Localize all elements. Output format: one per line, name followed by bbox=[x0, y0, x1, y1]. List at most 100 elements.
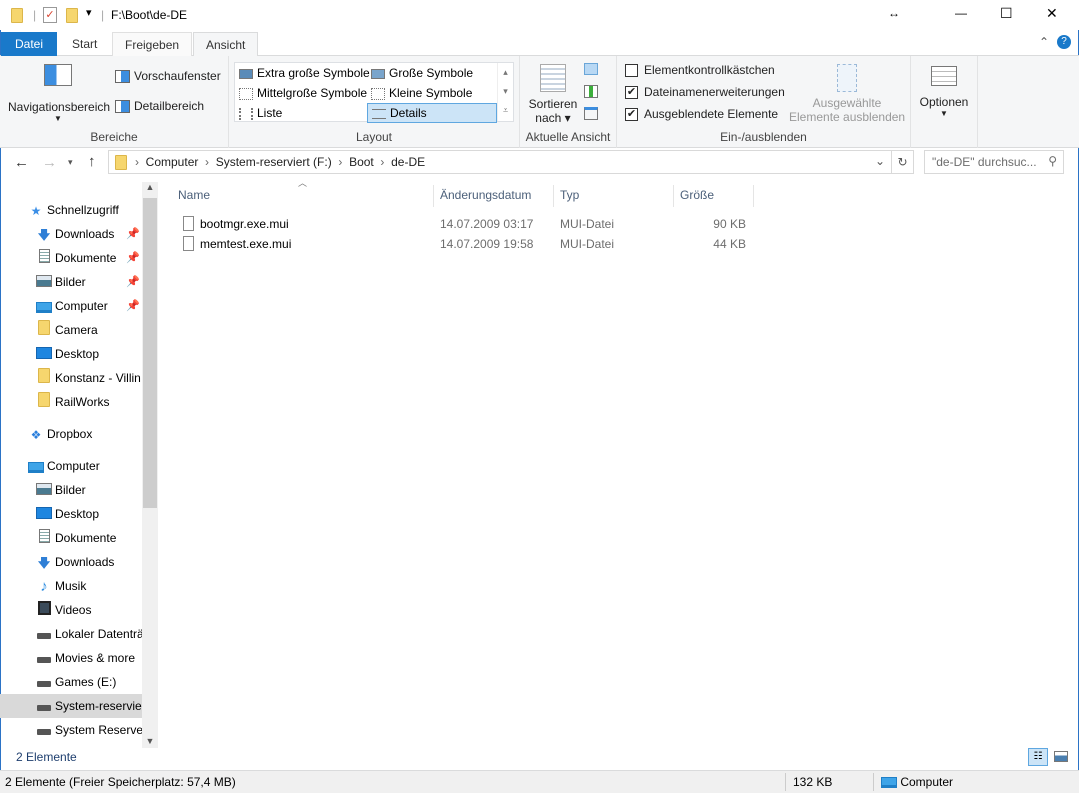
large-icons-view-button[interactable] bbox=[1054, 751, 1068, 762]
detailbereich-button[interactable]: Detailbereich bbox=[115, 99, 205, 114]
forward-button[interactable]: → bbox=[42, 154, 57, 171]
customize-qat-icon[interactable]: ▾ bbox=[86, 6, 92, 19]
column-label: Name bbox=[178, 188, 211, 202]
detailbereich-label: Detailbereich bbox=[134, 99, 205, 113]
details-view-button[interactable]: ☷ bbox=[1028, 748, 1048, 766]
nav-item[interactable]: Videos bbox=[0, 598, 142, 622]
nav-item-label: Videos bbox=[55, 603, 92, 617]
checkbox-item-checkboxes[interactable]: Elementkontrollkästchen bbox=[625, 63, 775, 78]
nav-item[interactable]: Camera bbox=[0, 318, 142, 342]
crumb-de-de[interactable]: de-DE bbox=[391, 155, 425, 169]
computer-icon bbox=[34, 295, 54, 318]
music-icon: ♪ bbox=[40, 577, 48, 595]
hide-selected-icon bbox=[837, 64, 857, 92]
layout-extra-large[interactable]: Extra große Symbole bbox=[235, 63, 370, 83]
nav-item[interactable]: Konstanz - Villin bbox=[0, 366, 142, 390]
layout-list[interactable]: Liste bbox=[235, 103, 282, 123]
checkbox-checked[interactable]: ✔ bbox=[625, 86, 638, 100]
optionen-button[interactable]: Optionen ▼ bbox=[915, 66, 973, 118]
crumb-computer[interactable]: Computer bbox=[146, 155, 199, 169]
add-columns-icon[interactable] bbox=[584, 85, 598, 98]
checkbox-checked[interactable]: ✔ bbox=[625, 108, 638, 122]
gallery-scroll[interactable]: ▴ ▾ ⩡ bbox=[497, 63, 513, 121]
tab-ansicht[interactable]: Ansicht bbox=[193, 32, 259, 57]
nav-item[interactable]: ❖ Dropbox bbox=[0, 422, 142, 446]
status-size: 132 KB bbox=[793, 775, 833, 789]
crumb-boot[interactable]: Boot bbox=[349, 155, 374, 169]
nav-item[interactable]: ♪ Musik bbox=[0, 574, 142, 598]
column-header-type[interactable]: Typ bbox=[554, 185, 674, 207]
tab-start[interactable]: Start bbox=[60, 32, 109, 56]
properties-icon[interactable]: ✓ bbox=[43, 7, 57, 23]
nav-item[interactable]: Movies & more bbox=[0, 646, 142, 670]
navigationsbereich-label: Navigationsbereich bbox=[8, 100, 111, 114]
resize-icon: ↔ bbox=[888, 6, 900, 20]
file-row[interactable]: memtest.exe.mui 14.07.2009 19:58 MUI-Datei… bbox=[176, 234, 756, 254]
checkbox-extensions[interactable]: ✔ Dateinamenerweiterungen bbox=[625, 85, 785, 100]
nav-item[interactable]: Games (E:) bbox=[0, 670, 142, 694]
file-row[interactable]: bootmgr.exe.mui 14.07.2009 03:17 MUI-Datei… bbox=[176, 214, 756, 234]
nav-item[interactable]: Bilder 📌 bbox=[0, 270, 142, 294]
new-folder-icon[interactable] bbox=[66, 8, 78, 23]
nav-item-label: Konstanz - Villin bbox=[55, 371, 141, 385]
pin-icon[interactable]: 📌 bbox=[126, 270, 140, 294]
tab-datei[interactable]: Datei bbox=[1, 32, 57, 56]
group-by-icon[interactable] bbox=[584, 63, 598, 75]
column-header-size[interactable]: Größe bbox=[674, 185, 754, 207]
nav-item[interactable]: Lokaler Datenträ bbox=[0, 622, 142, 646]
checkbox[interactable] bbox=[625, 64, 638, 78]
sortieren-button[interactable]: Sortieren nach ▾ bbox=[528, 64, 578, 125]
nav-item[interactable]: Desktop bbox=[0, 502, 142, 526]
nav-item[interactable]: 🡇 Downloads bbox=[0, 550, 142, 574]
layout-details[interactable]: Details bbox=[367, 103, 497, 123]
layout-large[interactable]: Große Symbole bbox=[367, 63, 473, 83]
tab-freigeben[interactable]: Freigeben bbox=[112, 32, 193, 56]
drive-icon bbox=[34, 719, 54, 742]
nav-item[interactable]: RailWorks bbox=[0, 390, 142, 414]
nav-item-label: Dokumente bbox=[55, 531, 117, 545]
pin-icon[interactable]: 📌 bbox=[126, 222, 140, 246]
nav-item[interactable]: System-reservier bbox=[0, 694, 142, 718]
group-label: Bereiche bbox=[90, 130, 138, 144]
column-header-name[interactable]: Name ︿ bbox=[172, 178, 434, 207]
nav-item[interactable]: Dokumente bbox=[0, 526, 142, 550]
download-icon: 🡇 bbox=[37, 227, 51, 242]
dropbox-icon: ❖ bbox=[30, 427, 42, 442]
document-icon bbox=[34, 247, 54, 270]
hide-selected-button[interactable]: Ausgewählte Elemente ausblenden bbox=[789, 64, 905, 124]
vorschaufenster-button[interactable]: Vorschaufenster bbox=[115, 69, 221, 84]
address-dropdown-icon[interactable]: ⌄ bbox=[875, 154, 885, 168]
nav-item[interactable]: Bilder bbox=[0, 478, 142, 502]
help-icon[interactable]: ? bbox=[1057, 35, 1071, 49]
collapse-ribbon-icon[interactable]: ⌃ bbox=[1039, 35, 1049, 49]
nav-item[interactable]: 🡇 Downloads 📌 bbox=[0, 222, 142, 246]
file-name: memtest.exe.mui bbox=[200, 237, 292, 251]
close-button[interactable]: ✕ bbox=[1046, 5, 1058, 22]
nav-item[interactable]: Computer 📌 bbox=[0, 294, 142, 318]
recent-locations-icon[interactable]: ▾ bbox=[68, 157, 73, 168]
nav-item[interactable]: Dokumente 📌 bbox=[0, 246, 142, 270]
refresh-button[interactable]: ↻ bbox=[891, 151, 913, 173]
scrollbar-thumb[interactable] bbox=[143, 198, 157, 508]
pin-icon[interactable]: 📌 bbox=[126, 246, 140, 270]
nav-item[interactable]: Desktop bbox=[0, 342, 142, 366]
layout-medium[interactable]: Mittelgroße Symbole bbox=[235, 83, 367, 103]
maximize-button[interactable]: ☐ bbox=[1000, 5, 1013, 22]
minimize-button[interactable]: — bbox=[955, 6, 967, 20]
pin-icon[interactable]: 📌 bbox=[126, 294, 140, 318]
column-header-date[interactable]: Änderungsdatum bbox=[434, 185, 554, 207]
nav-item[interactable]: System Reservec bbox=[0, 718, 142, 742]
address-bar[interactable]: › Computer › System-reserviert (F:) › Bo… bbox=[108, 150, 914, 174]
nav-item[interactable]: Computer bbox=[0, 454, 142, 478]
navigationsbereich-button[interactable]: Navigationsbereich ▼ bbox=[8, 64, 111, 123]
checkbox-hidden-items[interactable]: ✔ Ausgeblendete Elemente bbox=[625, 107, 778, 122]
drive-icon bbox=[34, 623, 54, 646]
up-button[interactable]: ↑ bbox=[88, 153, 96, 170]
nav-scrollbar[interactable]: ▲ ▼ bbox=[142, 182, 158, 748]
layout-small[interactable]: Kleine Symbole bbox=[367, 83, 472, 103]
search-input[interactable]: "de-DE" durchsuc... ⚲ bbox=[924, 150, 1064, 174]
nav-item[interactable]: ★ Schnellzugriff bbox=[0, 198, 142, 222]
crumb-drive[interactable]: System-reserviert (F:) bbox=[216, 155, 332, 169]
back-button[interactable]: ← bbox=[14, 154, 29, 171]
size-columns-icon[interactable] bbox=[584, 107, 598, 120]
